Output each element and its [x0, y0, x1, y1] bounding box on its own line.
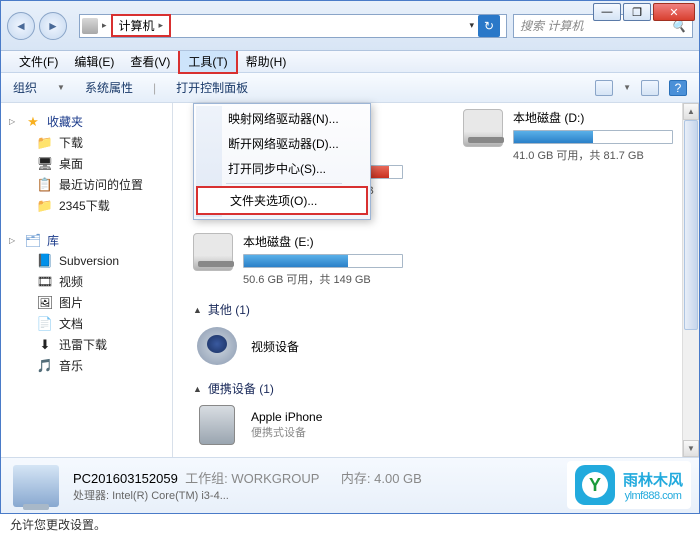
- menu-folder-options[interactable]: 文件夹选项(O)...: [196, 186, 368, 215]
- cpu-value: Intel(R) Core(TM) i3-4...: [112, 490, 229, 502]
- picture-icon: 🖼: [37, 295, 53, 311]
- menu-disconnect-drive[interactable]: 断开网络驱动器(D)...: [196, 131, 368, 156]
- sidebar-item-video[interactable]: 🎞视频: [5, 271, 168, 292]
- space-bar: [513, 130, 673, 144]
- menu-help[interactable]: 帮助(H): [238, 51, 295, 72]
- statusbar: PC201603152059 工作组: WORKGROUP 内存: 4.00 G…: [1, 457, 699, 513]
- computer-icon: [82, 18, 98, 34]
- body: ▷ ★ 收藏夹 📁下载 🖥桌面 📋最近访问的位置 📁2345下载 ▷ 🗂 库 📘…: [1, 103, 699, 457]
- menu-file[interactable]: 文件(F): [11, 51, 66, 72]
- hint-text: 允许您更改设置。: [0, 514, 700, 535]
- star-icon: ★: [25, 114, 41, 130]
- menu-sync-center[interactable]: 打开同步中心(S)...: [196, 156, 368, 181]
- preview-pane-icon[interactable]: [641, 80, 659, 96]
- menu-separator: [226, 183, 342, 184]
- device-name: Apple iPhone: [251, 410, 322, 424]
- sidebar-item-subversion[interactable]: 📘Subversion: [5, 251, 168, 271]
- sidebar-item-documents[interactable]: 📄文档: [5, 313, 168, 334]
- workgroup-value: WORKGROUP: [231, 471, 319, 486]
- sidebar-item-desktop[interactable]: 🖥桌面: [5, 153, 168, 174]
- scroll-thumb[interactable]: [684, 120, 698, 330]
- search-placeholder: 搜索 计算机: [520, 17, 583, 34]
- address-bar[interactable]: ▸ 计算机 ▸ ▾ ↻: [79, 14, 507, 38]
- video-icon: 🎞: [37, 274, 53, 290]
- menu-view[interactable]: 查看(V): [122, 51, 178, 72]
- device-label: 视频设备: [251, 338, 299, 355]
- watermark-logo: Y 雨林木风 ylmf888.com: [567, 461, 691, 509]
- camera-icon: [197, 327, 237, 365]
- computer-icon: [13, 465, 59, 507]
- drive-icon: [463, 109, 503, 147]
- document-icon: 📄: [37, 316, 53, 332]
- menu-edit[interactable]: 编辑(E): [66, 51, 122, 72]
- sidebar-item-pictures[interactable]: 🖼图片: [5, 292, 168, 313]
- explorer-window: — ❐ ✕ ◄ ► ▸ 计算机 ▸ ▾ ↻ 搜索 计算机 🔍 文件(F) 编辑(…: [0, 0, 700, 514]
- titlebar: — ❐ ✕ ◄ ► ▸ 计算机 ▸ ▾ ↻ 搜索 计算机 🔍: [1, 1, 699, 51]
- vertical-scrollbar[interactable]: ▲ ▼: [682, 103, 699, 457]
- memory-value: 4.00 GB: [374, 471, 422, 486]
- minimize-button[interactable]: —: [593, 3, 621, 21]
- sidebar-libraries-header[interactable]: ▷ 🗂 库: [5, 230, 168, 251]
- sidebar-item-music[interactable]: 🎵音乐: [5, 355, 168, 376]
- toolbar: 组织▼ 系统属性 | 打开控制面板 ▼ ?: [1, 73, 699, 103]
- desktop-icon: 🖥: [37, 156, 53, 172]
- svn-icon: 📘: [37, 253, 53, 269]
- space-text: 41.0 GB 可用，共 81.7 GB: [513, 147, 673, 163]
- phone-icon: [199, 405, 235, 445]
- folder-icon: 📁: [37, 135, 53, 151]
- view-mode-icon[interactable]: [595, 80, 613, 96]
- leaf-icon: Y: [582, 472, 608, 498]
- crumb-label: 计算机: [119, 17, 155, 34]
- music-icon: 🎵: [37, 358, 53, 374]
- help-icon[interactable]: ?: [669, 80, 687, 96]
- tool-properties[interactable]: 系统属性: [85, 79, 133, 96]
- sidebar-item-downloads[interactable]: 📁下载: [5, 132, 168, 153]
- sidebar-item-thunder[interactable]: ⬇迅雷下载: [5, 334, 168, 355]
- menu-tools[interactable]: 工具(T): [178, 49, 237, 74]
- refresh-button[interactable]: ↻: [478, 15, 500, 37]
- back-button[interactable]: ◄: [7, 12, 35, 40]
- sidebar-item-recent[interactable]: 📋最近访问的位置: [5, 174, 168, 195]
- folder-icon: 📁: [37, 198, 53, 214]
- sidebar-favorites-header[interactable]: ▷ ★ 收藏夹: [5, 111, 168, 132]
- tools-dropdown: 映射网络驱动器(N)... 断开网络驱动器(D)... 打开同步中心(S)...…: [193, 103, 371, 220]
- drive-e[interactable]: 本地磁盘 (E:) 50.6 GB 可用，共 149 GB: [193, 233, 403, 287]
- dropdown-icon[interactable]: ▾: [469, 20, 474, 31]
- sidebar-item-2345[interactable]: 📁2345下载: [5, 195, 168, 216]
- scroll-down-icon[interactable]: ▼: [683, 440, 699, 457]
- forward-button[interactable]: ►: [39, 12, 67, 40]
- close-button[interactable]: ✕: [653, 3, 695, 21]
- drive-name: 本地磁盘 (E:): [243, 233, 403, 250]
- drive-name: 本地磁盘 (D:): [513, 109, 673, 126]
- pc-name: PC201603152059: [73, 471, 178, 486]
- menu-map-drive[interactable]: 映射网络驱动器(N)...: [196, 106, 368, 131]
- space-bar: [243, 254, 403, 268]
- device-video[interactable]: 视频设备: [193, 326, 687, 366]
- tool-organize[interactable]: 组织: [13, 79, 37, 96]
- space-text: 50.6 GB 可用，共 149 GB: [243, 271, 403, 287]
- section-other[interactable]: ▲其他 (1): [193, 301, 687, 318]
- drive-icon: [193, 233, 233, 271]
- menubar: 文件(F) 编辑(E) 查看(V) 工具(T) 帮助(H): [1, 51, 699, 73]
- sidebar: ▷ ★ 收藏夹 📁下载 🖥桌面 📋最近访问的位置 📁2345下载 ▷ 🗂 库 📘…: [1, 103, 173, 457]
- scroll-up-icon[interactable]: ▲: [683, 103, 699, 120]
- thunder-icon: ⬇: [37, 337, 53, 353]
- section-portable[interactable]: ▲便携设备 (1): [193, 380, 687, 397]
- device-sub: 便携式设备: [251, 424, 322, 440]
- breadcrumb-computer[interactable]: 计算机 ▸: [111, 14, 172, 37]
- device-iphone[interactable]: Apple iPhone 便携式设备: [193, 405, 687, 445]
- library-icon: 🗂: [25, 233, 41, 249]
- drive-d[interactable]: 本地磁盘 (D:) 41.0 GB 可用，共 81.7 GB: [463, 109, 673, 203]
- tool-control-panel[interactable]: 打开控制面板: [176, 79, 248, 96]
- chevron-right-icon: ▸: [159, 20, 164, 31]
- recent-icon: 📋: [37, 177, 53, 193]
- maximize-button[interactable]: ❐: [623, 3, 651, 21]
